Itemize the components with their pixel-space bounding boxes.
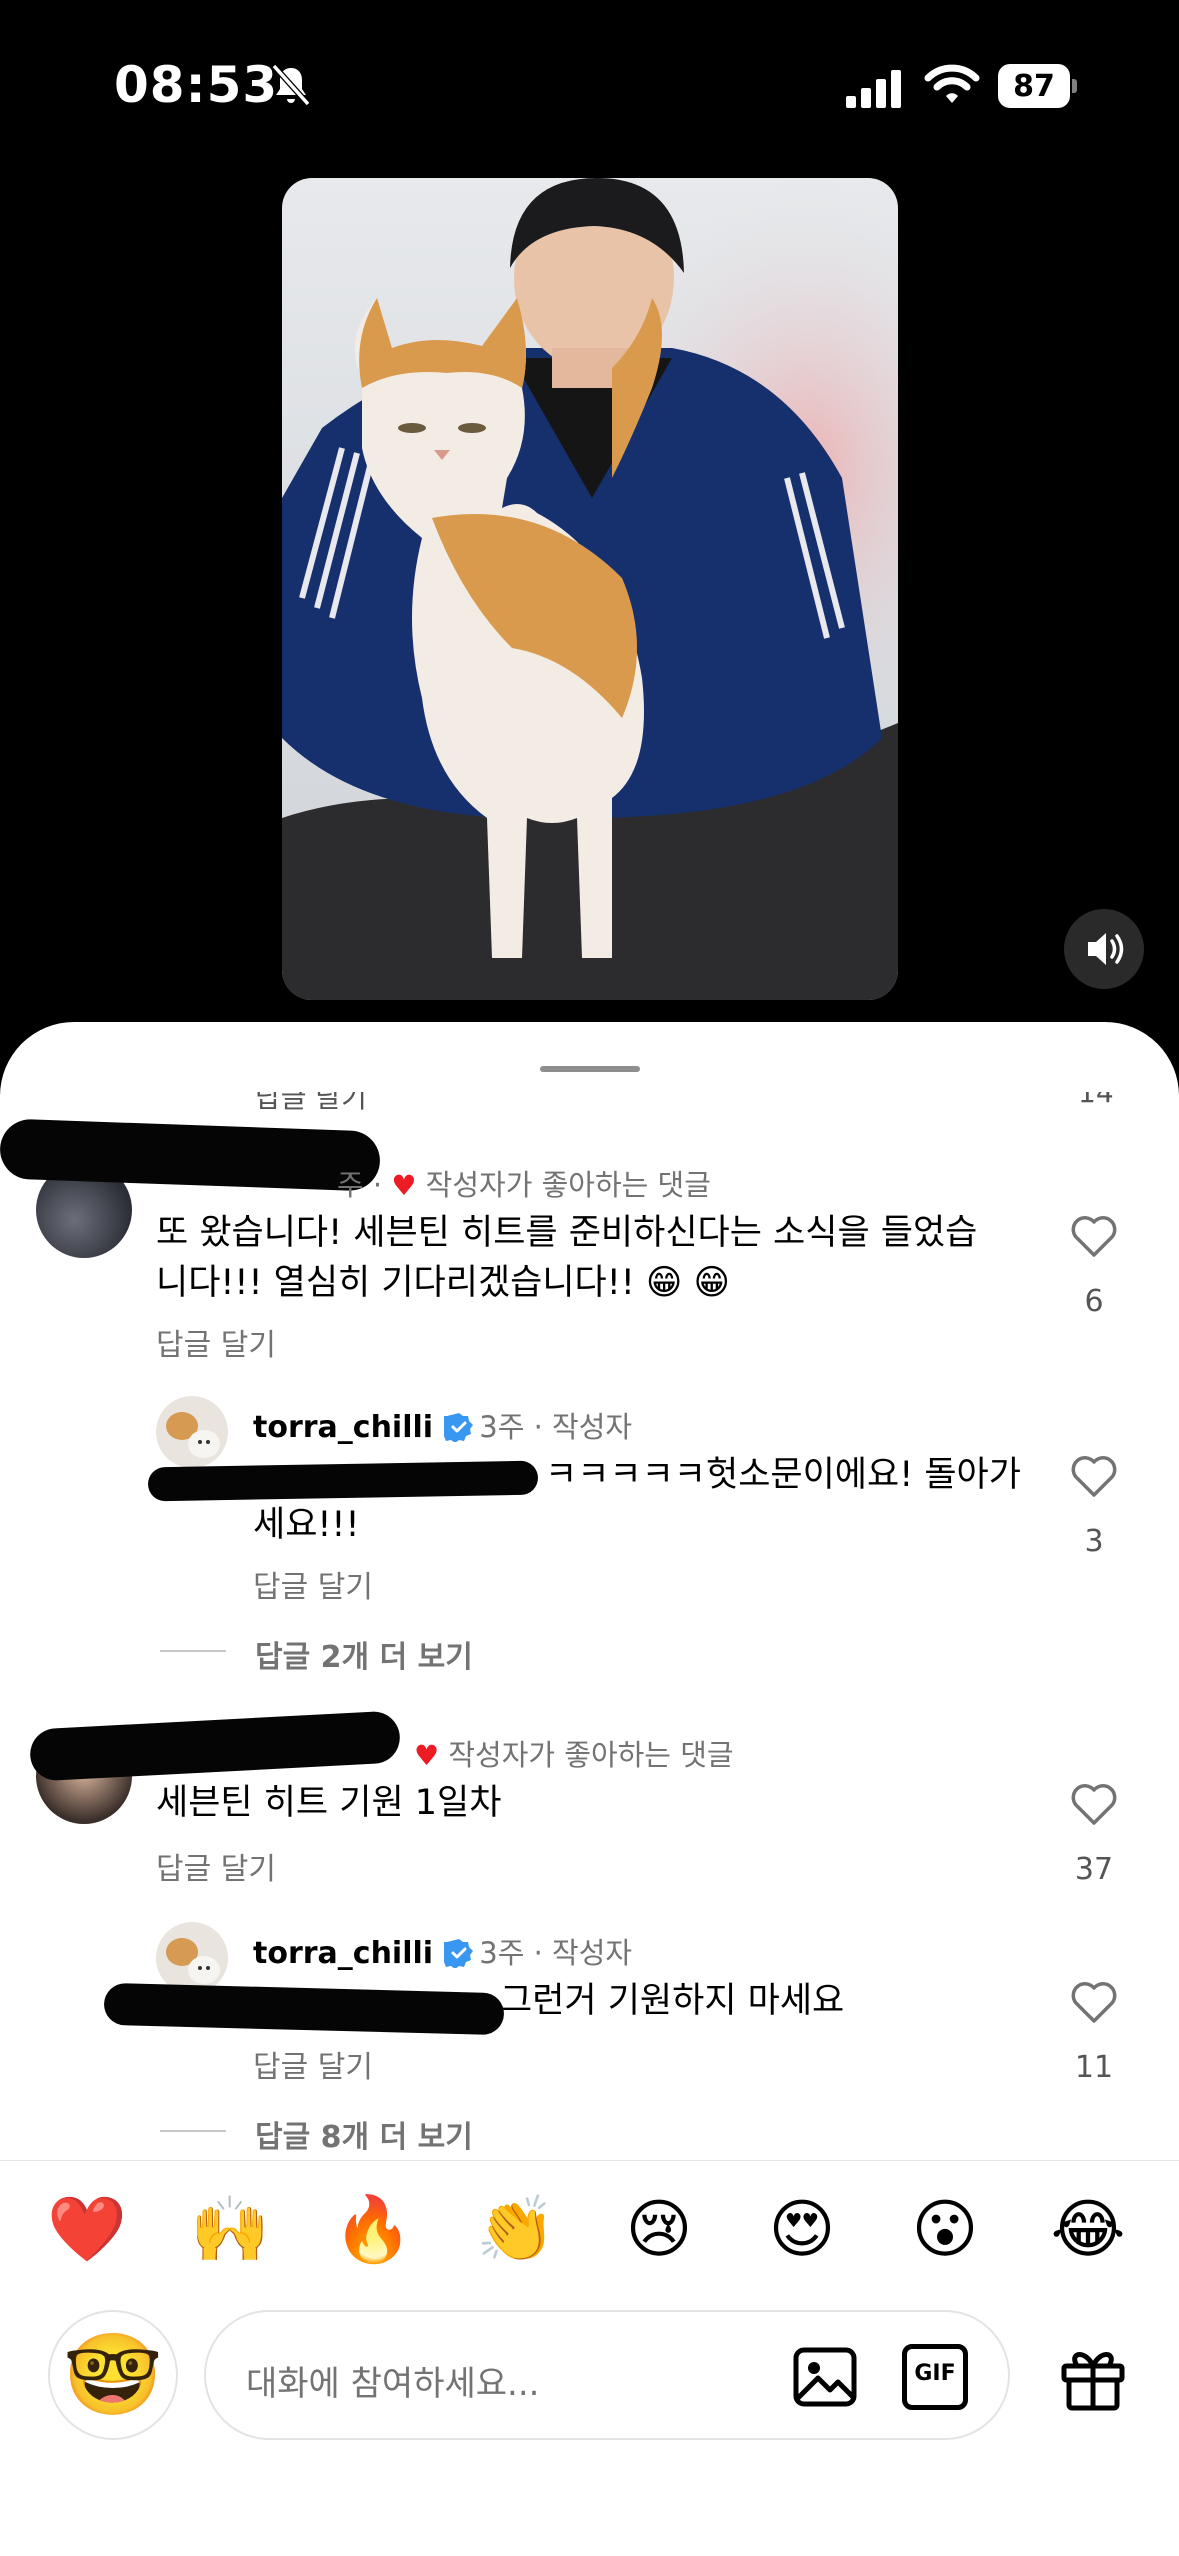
battery-percent: 87 <box>1013 69 1055 104</box>
comment-meta: ♥ 작성자가 좋아하는 댓글 <box>414 1738 734 1772</box>
heart-outline-icon[interactable] <box>1068 1450 1120 1502</box>
avatar[interactable] <box>156 1922 228 1994</box>
comment-text-line-1: 또 왔습니다! 세븐틴 히트를 준비하신다는 소식을 들었습 <box>156 1213 978 1253</box>
reply-header: torra_chilli 3주 · 작성자 <box>253 1404 632 1446</box>
divider-line <box>160 1650 226 1652</box>
gif-label: GIF <box>914 2361 956 2386</box>
sound-toggle-button[interactable] <box>1064 909 1144 989</box>
comment-text-line-2: 니다!!! 열심히 기다리겠습니다!! 😁 😁 <box>156 1263 731 1303</box>
redacted-mention <box>103 1982 505 2036</box>
heart-outline-icon[interactable] <box>1068 1778 1120 1830</box>
bell-off-icon <box>271 63 311 107</box>
gift-icon[interactable] <box>1058 2342 1128 2412</box>
reply-text-line-1: ㅋㅋㅋㅋㅋ헛소문이에요! 돌아가 <box>545 1455 1021 1495</box>
liked-heart-icon: ♥ <box>391 1169 417 1202</box>
username[interactable]: torra_chilli <box>253 1410 433 1445</box>
status-time: 08:53 <box>114 56 279 114</box>
like-count: 37 <box>1074 1852 1114 1887</box>
battery-indicator: 87 <box>998 64 1078 108</box>
reaction-crying[interactable]: 😢 <box>616 2190 702 2270</box>
view-more-replies-button[interactable]: 답글 2개 더 보기 <box>255 1632 473 1676</box>
like-count: 11 <box>1074 2050 1114 2085</box>
sheet-grabber[interactable] <box>540 1066 640 1072</box>
reply-button[interactable]: 답글 달기 <box>156 1320 276 1364</box>
like-count: 6 <box>1084 1284 1104 1319</box>
reaction-heart-eyes[interactable]: 😍 <box>759 2190 845 2270</box>
redacted-mention <box>147 1460 539 1502</box>
divider-line <box>160 2130 226 2132</box>
reaction-fire[interactable]: 🔥 <box>330 2190 416 2270</box>
heart-outline-icon[interactable] <box>1068 1210 1120 1262</box>
avatar[interactable] <box>156 1396 228 1468</box>
reaction-heart[interactable]: ❤️ <box>44 2190 130 2270</box>
cat-dog-avatar-image <box>166 1938 220 1984</box>
comment-meta: 주 · ♥ 작성자가 좋아하는 댓글 <box>337 1168 711 1202</box>
verified-badge-icon <box>444 1939 474 1968</box>
nerd-face-emoji: 🤓 <box>63 2328 163 2421</box>
video-frame-illustration <box>282 178 898 1000</box>
status-bar: 08:53 87 <box>0 0 1179 170</box>
reply-text: 그런거 기원하지 마세요 <box>500 1981 845 2021</box>
my-avatar[interactable]: 🤓 <box>48 2310 178 2440</box>
reaction-surprised[interactable]: 😮 <box>902 2190 988 2270</box>
like-count: 3 <box>1084 1524 1104 1559</box>
image-icon[interactable] <box>792 2344 858 2410</box>
verified-badge-icon <box>444 1413 474 1442</box>
view-more-replies-button[interactable]: 답글 8개 더 보기 <box>255 2112 473 2156</box>
partial-reply-link[interactable]: 답글 달기 <box>255 1092 367 1114</box>
redacted-username <box>28 1710 402 1782</box>
reply-meta: 3주 · 작성자 <box>479 1410 633 1444</box>
reaction-laughing[interactable]: 😂 <box>1045 2190 1131 2270</box>
reaction-bar-divider <box>0 2160 1179 2161</box>
reaction-raised-hands[interactable]: 🙌 <box>187 2190 273 2270</box>
heart-outline-icon[interactable] <box>1068 1976 1120 2028</box>
reaction-clap[interactable]: 👏 <box>473 2190 559 2270</box>
cat-dog-avatar-image <box>166 1412 220 1458</box>
gif-button[interactable]: GIF <box>902 2344 968 2410</box>
reply-text-line-2: 세요!!! <box>253 1505 360 1545</box>
reply-button[interactable]: 답글 달기 <box>253 1562 373 1606</box>
reel-video[interactable] <box>282 178 898 1000</box>
comment-input[interactable]: 대화에 참여하세요... GIF <box>204 2310 1010 2440</box>
wifi-icon <box>924 64 980 103</box>
speaker-icon <box>1088 933 1124 965</box>
partial-like-count: 14 <box>1078 1092 1114 1109</box>
reply-button[interactable]: 답글 달기 <box>253 2042 373 2086</box>
comment-input-placeholder: 대화에 참여하세요... <box>246 2364 540 2404</box>
cellular-signal-icon <box>846 70 901 108</box>
reply-meta: 3주 · 작성자 <box>479 1936 633 1970</box>
reply-button[interactable]: 답글 달기 <box>156 1844 276 1888</box>
comment-text: 세븐틴 히트 기원 1일차 <box>156 1783 502 1823</box>
liked-heart-icon: ♥ <box>414 1739 440 1772</box>
username[interactable]: torra_chilli <box>253 1936 433 1971</box>
reply-header: torra_chilli 3주 · 작성자 <box>253 1930 632 1972</box>
